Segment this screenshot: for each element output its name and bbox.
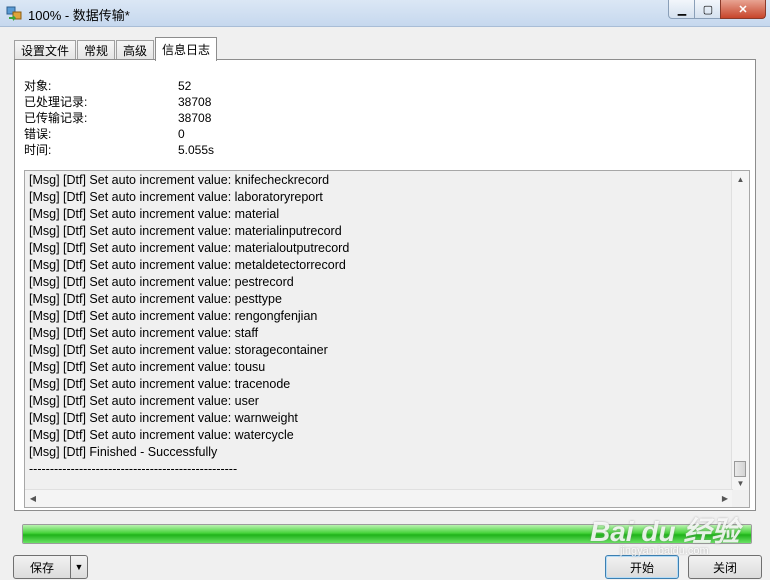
stat-time: 时间: 5.055s: [24, 142, 214, 158]
close-window-button[interactable]: ✕: [720, 0, 766, 19]
scroll-left-icon[interactable]: ◀: [25, 490, 41, 507]
stat-value: 0: [178, 127, 185, 141]
log-line: [Msg] [Dtf] Set auto increment value: ma…: [29, 224, 342, 238]
log-line: [Msg] [Dtf] Set auto increment value: pe…: [29, 275, 294, 289]
close-button[interactable]: 关闭: [688, 555, 762, 579]
stat-value: 52: [178, 79, 192, 93]
maximize-button[interactable]: ▢: [694, 0, 722, 19]
log-line: [Msg] [Dtf] Set auto increment value: wa…: [29, 411, 298, 425]
log-line: ----------------------------------------…: [29, 462, 238, 476]
minimize-button[interactable]: ▁: [668, 0, 696, 19]
stat-label: 错误:: [24, 127, 52, 141]
log-line: [Msg] [Dtf] Set auto increment value: us…: [29, 394, 259, 408]
stat-label: 已处理记录:: [24, 95, 88, 109]
stat-objects: 对象: 52: [24, 78, 214, 94]
log-line: [Msg] [Dtf] Set auto increment value: me…: [29, 258, 346, 272]
scroll-down-icon[interactable]: ▼: [732, 475, 749, 491]
save-button[interactable]: 保存: [13, 555, 71, 579]
horizontal-scrollbar[interactable]: ◀ ▶: [25, 489, 733, 507]
scroll-right-icon[interactable]: ▶: [717, 490, 733, 507]
tab-general[interactable]: 常规: [77, 40, 116, 60]
baidu-watermark-url: jingyan.baidu.com: [620, 545, 709, 557]
scroll-up-icon[interactable]: ▲: [732, 171, 749, 187]
log-line: [Msg] [Dtf] Set auto increment value: st…: [29, 326, 259, 340]
log-line: [Msg] [Dtf] Set auto increment value: ma…: [29, 241, 350, 255]
vertical-scrollbar[interactable]: ▲ ▼: [731, 171, 749, 491]
message-log[interactable]: [Msg] [Dtf] Set auto increment value: kn…: [24, 170, 750, 508]
log-line: [Msg] [Dtf] Set auto increment value: wa…: [29, 428, 294, 442]
tab-bar: 设置文件 常规 高级 信息日志: [14, 36, 218, 61]
log-line: [Msg] [Dtf] Set auto increment value: to…: [29, 360, 266, 374]
log-line: [Msg] [Dtf] Set auto increment value: st…: [29, 343, 328, 357]
log-line: [Msg] [Dtf] Finished - Successfully: [29, 445, 218, 459]
transfer-stats: 对象: 52 已处理记录: 38708 已传输记录: 38708 错误: 0 时…: [24, 78, 214, 158]
minimize-icon: ▁: [677, 3, 687, 16]
data-transfer-app-icon: [6, 6, 22, 21]
info-log-panel: 对象: 52 已处理记录: 38708 已传输记录: 38708 错误: 0 时…: [14, 59, 756, 511]
start-button[interactable]: 开始: [605, 555, 679, 579]
maximize-icon: ▢: [702, 3, 714, 16]
tab-advanced[interactable]: 高级: [116, 40, 155, 60]
stat-value: 38708: [178, 111, 212, 125]
window-title: 100% - 数据传输*: [28, 8, 130, 23]
stat-transferred-records: 已传输记录: 38708: [24, 110, 214, 126]
log-line: [Msg] [Dtf] Set auto increment value: tr…: [29, 377, 291, 391]
data-transfer-window: 100% - 数据传输* ▁ ▢ ✕ 设置文件 常规 高级 信息日志 对象: 5…: [0, 0, 770, 580]
stat-label: 时间:: [24, 143, 52, 157]
scrollbar-corner: [732, 490, 749, 507]
chevron-down-icon: ▼: [74, 562, 84, 572]
close-icon: ✕: [738, 3, 748, 16]
title-bar[interactable]: 100% - 数据传输* ▁ ▢ ✕: [0, 0, 770, 27]
log-line: [Msg] [Dtf] Set auto increment value: la…: [29, 190, 323, 204]
stat-errors: 错误: 0: [24, 126, 214, 142]
stat-label: 对象:: [24, 79, 52, 93]
stat-value: 5.055s: [178, 143, 215, 157]
tab-settings-file[interactable]: 设置文件: [14, 40, 77, 60]
tab-info-log[interactable]: 信息日志: [155, 37, 218, 61]
stat-label: 已传输记录:: [24, 111, 88, 125]
log-lines: [Msg] [Dtf] Set auto increment value: kn…: [29, 172, 349, 478]
log-line: [Msg] [Dtf] Set auto increment value: pe…: [29, 292, 282, 306]
baidu-watermark-logo: Bai du 经验: [590, 516, 740, 547]
log-line: [Msg] [Dtf] Set auto increment value: re…: [29, 309, 318, 323]
stat-value: 38708: [178, 95, 212, 109]
log-line: [Msg] [Dtf] Set auto increment value: ma…: [29, 207, 280, 221]
save-dropdown-button[interactable]: ▼: [70, 555, 88, 579]
log-line: [Msg] [Dtf] Set auto increment value: kn…: [29, 173, 330, 187]
stat-processed-records: 已处理记录: 38708: [24, 94, 214, 110]
